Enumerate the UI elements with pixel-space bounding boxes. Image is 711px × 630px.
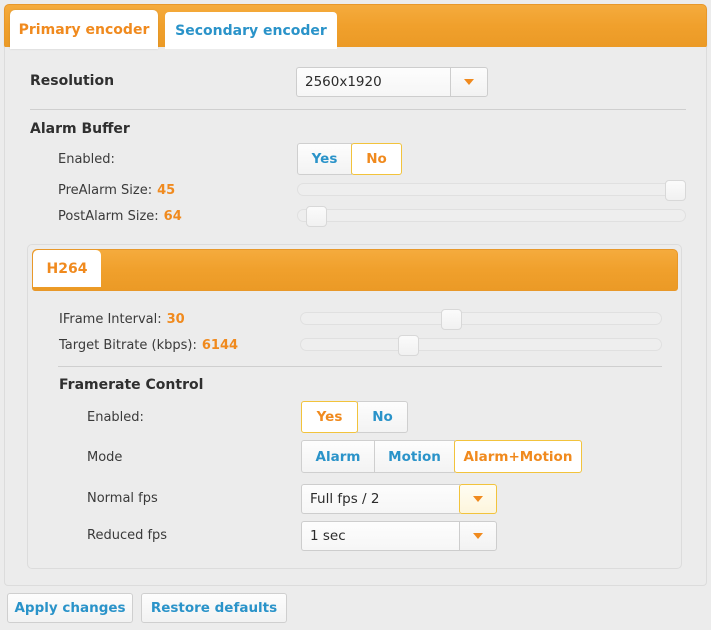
resolution-dropdown-value[interactable]: 2560x1920 xyxy=(296,67,450,97)
framerate-enabled-no[interactable]: No xyxy=(357,401,408,433)
divider-above-framerate-control xyxy=(58,366,662,367)
reduced-fps-label: Reduced fps xyxy=(87,528,168,543)
prealarm-size-slider-track[interactable] xyxy=(297,183,686,196)
reduced-fps-dropdown[interactable]: 1 sec xyxy=(301,521,497,551)
framerate-mode-motion[interactable]: Motion xyxy=(374,440,455,473)
chevron-down-icon xyxy=(473,533,483,539)
tab-h264-label: H264 xyxy=(46,260,88,277)
reduced-fps-label-row: Reduced fps xyxy=(87,528,167,543)
framerate-enabled-label: Enabled: xyxy=(87,410,144,425)
framerate-mode-motion-label: Motion xyxy=(388,448,441,465)
restore-defaults-label: Restore defaults xyxy=(150,600,278,616)
resolution-dropdown-button[interactable] xyxy=(450,67,488,97)
chevron-down-icon xyxy=(464,79,474,85)
resolution-label: Resolution xyxy=(30,73,115,89)
chevron-down-icon xyxy=(473,496,483,502)
target-bitrate-row: Target Bitrate (kbps): 6144 xyxy=(59,338,238,353)
prealarm-size-row: PreAlarm Size: 45 xyxy=(58,183,175,198)
normal-fps-label-row: Normal fps xyxy=(87,491,158,506)
alarm-buffer-enabled-label: Enabled: xyxy=(58,152,115,167)
h264-tabbar xyxy=(32,249,678,291)
divider-above-alarm-buffer xyxy=(30,109,686,110)
alarm-buffer-enabled-no-label: No xyxy=(366,151,387,167)
prealarm-size-value: 45 xyxy=(157,183,176,198)
iframe-interval-slider-handle[interactable] xyxy=(441,309,462,330)
framerate-mode-group[interactable]: Alarm Motion Alarm+Motion xyxy=(301,440,582,473)
framerate-enabled-label-row: Enabled: xyxy=(87,410,144,425)
target-bitrate-slider-track[interactable] xyxy=(300,338,662,351)
apply-changes-label: Apply changes xyxy=(14,600,126,616)
normal-fps-dropdown-value[interactable]: Full fps / 2 xyxy=(301,484,460,514)
alarm-buffer-title-row: Alarm Buffer xyxy=(30,121,130,137)
postalarm-size-slider[interactable] xyxy=(297,206,686,227)
framerate-mode-alarm-motion-label: Alarm+Motion xyxy=(463,448,573,465)
tab-secondary-encoder[interactable]: Secondary encoder xyxy=(165,12,337,49)
normal-fps-label: Normal fps xyxy=(87,491,158,506)
reduced-fps-dropdown-button[interactable] xyxy=(459,521,497,551)
tab-primary-encoder[interactable]: Primary encoder xyxy=(10,10,158,49)
framerate-mode-alarm-motion[interactable]: Alarm+Motion xyxy=(454,440,582,473)
prealarm-size-label: PreAlarm Size: xyxy=(58,183,153,198)
framerate-control-title: Framerate Control xyxy=(59,377,204,393)
target-bitrate-slider[interactable] xyxy=(300,335,662,356)
iframe-interval-slider-track[interactable] xyxy=(300,312,662,325)
iframe-interval-slider[interactable] xyxy=(300,309,662,330)
framerate-mode-alarm[interactable]: Alarm xyxy=(301,440,375,473)
postalarm-size-value: 64 xyxy=(163,209,182,224)
framerate-enabled-toggle[interactable]: Yes No xyxy=(301,401,408,433)
primary-encoder-panel: Resolution 2560x1920 Alarm Buffer Enable… xyxy=(4,47,707,586)
alarm-buffer-enabled-yes-label: Yes xyxy=(311,151,338,167)
iframe-interval-label: IFrame Interval: xyxy=(59,312,162,327)
alarm-buffer-enabled-no[interactable]: No xyxy=(351,143,402,175)
target-bitrate-label: Target Bitrate (kbps): xyxy=(59,338,197,353)
encoder-tabbar: Primary encoder Secondary encoder xyxy=(4,4,707,49)
postalarm-size-label: PostAlarm Size: xyxy=(58,209,159,224)
tab-primary-encoder-label: Primary encoder xyxy=(18,21,150,38)
tab-secondary-encoder-label: Secondary encoder xyxy=(175,22,327,39)
prealarm-size-slider-handle[interactable] xyxy=(665,180,686,201)
postalarm-size-slider-handle[interactable] xyxy=(306,206,327,227)
alarm-buffer-enabled-label-row: Enabled: xyxy=(58,152,115,167)
framerate-enabled-yes[interactable]: Yes xyxy=(301,401,358,433)
framerate-mode-label-row: Mode xyxy=(87,450,122,465)
restore-defaults-button[interactable]: Restore defaults xyxy=(141,593,287,623)
framerate-control-title-row: Framerate Control xyxy=(59,377,203,393)
normal-fps-dropdown-button[interactable] xyxy=(459,484,497,514)
prealarm-size-slider[interactable] xyxy=(297,180,686,201)
alarm-buffer-enabled-toggle[interactable]: Yes No xyxy=(297,143,402,175)
apply-changes-button[interactable]: Apply changes xyxy=(7,593,133,623)
target-bitrate-value: 6144 xyxy=(201,338,239,353)
resolution-dropdown[interactable]: 2560x1920 xyxy=(296,67,488,97)
framerate-mode-alarm-label: Alarm xyxy=(315,448,361,465)
reduced-fps-dropdown-value[interactable]: 1 sec xyxy=(301,521,459,551)
framerate-mode-label: Mode xyxy=(87,450,123,465)
h264-panel: H264 IFrame Interval: 30 Target Bitrate … xyxy=(27,244,682,569)
iframe-interval-value: 30 xyxy=(166,312,185,327)
normal-fps-dropdown[interactable]: Full fps / 2 xyxy=(301,484,497,514)
target-bitrate-slider-handle[interactable] xyxy=(398,335,419,356)
resolution-label-row: Resolution xyxy=(30,73,114,89)
postalarm-size-slider-track[interactable] xyxy=(297,209,686,222)
postalarm-size-row: PostAlarm Size: 64 xyxy=(58,209,182,224)
alarm-buffer-enabled-yes[interactable]: Yes xyxy=(297,143,352,175)
framerate-enabled-yes-label: Yes xyxy=(316,409,343,425)
iframe-interval-row: IFrame Interval: 30 xyxy=(59,312,185,327)
framerate-enabled-no-label: No xyxy=(372,409,393,425)
alarm-buffer-title: Alarm Buffer xyxy=(30,121,130,137)
tab-h264[interactable]: H264 xyxy=(33,250,101,287)
